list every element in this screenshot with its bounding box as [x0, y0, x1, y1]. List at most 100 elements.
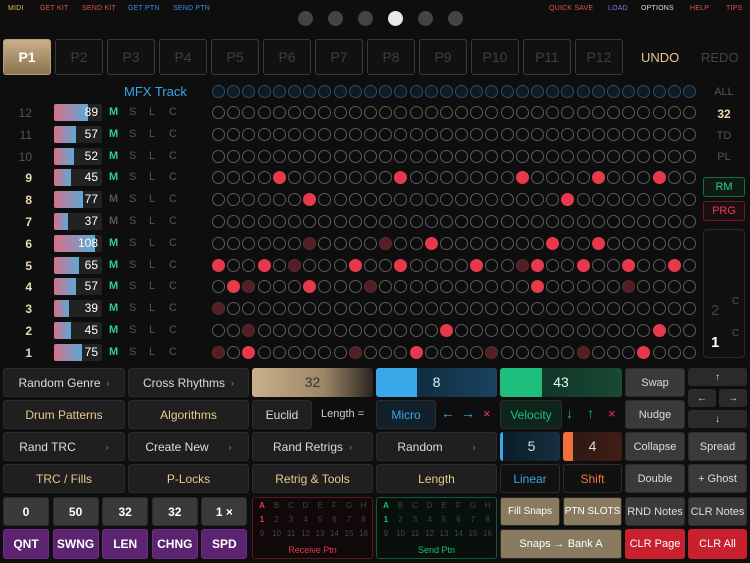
- mfx-step[interactable]: [591, 85, 605, 98]
- step-button[interactable]: [424, 236, 438, 250]
- velocity-clear-icon[interactable]: ×: [608, 406, 616, 421]
- options-link[interactable]: OPTIONS: [641, 5, 674, 12]
- step-button[interactable]: [470, 258, 484, 272]
- bank-slot[interactable]: 6: [329, 515, 341, 524]
- step-button[interactable]: [333, 171, 347, 185]
- step-button[interactable]: [455, 280, 469, 294]
- bank-slot[interactable]: 16: [482, 529, 494, 538]
- step-button[interactable]: [531, 106, 545, 119]
- step-button[interactable]: [333, 280, 347, 294]
- step-button[interactable]: [546, 258, 560, 272]
- step-button[interactable]: [257, 193, 271, 207]
- step-button[interactable]: [683, 215, 696, 228]
- step-button[interactable]: [591, 345, 605, 359]
- step-button[interactable]: [546, 171, 560, 185]
- step-button[interactable]: [607, 127, 621, 141]
- step-button[interactable]: [561, 345, 575, 359]
- track-lock-toggle[interactable]: L: [149, 128, 155, 140]
- step-button[interactable]: [272, 302, 286, 316]
- step-button[interactable]: [561, 280, 575, 294]
- step-button[interactable]: [561, 127, 575, 141]
- step-button[interactable]: [455, 324, 469, 337]
- step-button[interactable]: [667, 127, 681, 141]
- step-button[interactable]: [242, 280, 256, 294]
- bank-letter[interactable]: F: [329, 501, 341, 510]
- track-lock-toggle[interactable]: L: [149, 215, 155, 227]
- step-button[interactable]: [424, 280, 438, 294]
- step-button[interactable]: [242, 345, 256, 359]
- step-button[interactable]: [683, 345, 696, 359]
- step-button[interactable]: [439, 171, 453, 185]
- step-button[interactable]: [515, 324, 529, 337]
- step-button[interactable]: [500, 236, 514, 250]
- pattern-tab-p12[interactable]: P12: [575, 39, 623, 75]
- step-button[interactable]: [287, 236, 301, 250]
- length-slider[interactable]: 32: [252, 368, 373, 397]
- step-button[interactable]: [515, 127, 529, 141]
- bank-slot[interactable]: 15: [343, 529, 355, 538]
- step-button[interactable]: [212, 324, 225, 337]
- step-button[interactable]: [667, 345, 681, 359]
- linear-slider[interactable]: 5: [500, 432, 560, 461]
- page-dot[interactable]: [448, 11, 463, 26]
- velocity-up-arrow[interactable]: ↑: [587, 405, 594, 421]
- page-dot[interactable]: [298, 11, 313, 26]
- redo-button[interactable]: REDO: [701, 50, 739, 65]
- step-button[interactable]: [455, 127, 469, 141]
- step-button[interactable]: [455, 193, 469, 207]
- spd-button[interactable]: SPD: [201, 529, 248, 559]
- mfx-step[interactable]: [470, 85, 484, 98]
- step-button[interactable]: [500, 193, 514, 207]
- step-button[interactable]: [591, 302, 605, 316]
- step-button[interactable]: [637, 149, 651, 163]
- step-button[interactable]: [287, 127, 301, 141]
- step-button[interactable]: [379, 106, 393, 119]
- step-button[interactable]: [607, 236, 621, 250]
- bank-slot[interactable]: 16: [358, 529, 370, 538]
- step-button[interactable]: [576, 149, 590, 163]
- step-button[interactable]: [546, 302, 560, 316]
- micro-slider[interactable]: 8: [376, 368, 497, 397]
- track-volume-bar[interactable]: 65: [54, 256, 102, 274]
- quick-save-link[interactable]: QUICK SAVE: [549, 5, 593, 12]
- step-button[interactable]: [576, 345, 590, 359]
- bank-slot[interactable]: 13: [438, 529, 450, 538]
- bottom-value-len[interactable]: 32: [102, 497, 149, 526]
- step-button[interactable]: [683, 149, 696, 163]
- step-button[interactable]: [470, 236, 484, 250]
- track-mute-toggle[interactable]: M: [109, 128, 118, 140]
- micro-right-arrow[interactable]: →: [461, 405, 475, 421]
- track-copy-toggle[interactable]: C: [169, 215, 177, 227]
- step-button[interactable]: [424, 171, 438, 185]
- step-button[interactable]: [470, 324, 484, 337]
- step-button[interactable]: [379, 215, 393, 228]
- step-button[interactable]: [227, 215, 241, 228]
- step-button[interactable]: [303, 149, 317, 163]
- double-button[interactable]: Double: [625, 464, 685, 493]
- step-button[interactable]: [394, 280, 408, 294]
- track-lock-toggle[interactable]: L: [149, 324, 155, 336]
- step-button[interactable]: [303, 215, 317, 228]
- step-button[interactable]: [591, 258, 605, 272]
- track-mute-toggle[interactable]: M: [109, 106, 118, 118]
- step-button[interactable]: [485, 345, 499, 359]
- step-button[interactable]: [667, 149, 681, 163]
- step-button[interactable]: [227, 171, 241, 185]
- step-button[interactable]: [531, 236, 545, 250]
- step-button[interactable]: [591, 127, 605, 141]
- step-button[interactable]: [591, 324, 605, 337]
- track-volume-bar[interactable]: 75: [54, 343, 102, 361]
- swap-button[interactable]: Swap: [625, 368, 685, 397]
- step-button[interactable]: [424, 302, 438, 316]
- step-button[interactable]: [652, 302, 666, 316]
- step-button[interactable]: [667, 106, 681, 119]
- track-volume-bar[interactable]: 57: [54, 278, 102, 296]
- step-button[interactable]: [318, 302, 332, 316]
- step-button[interactable]: [242, 149, 256, 163]
- step-button[interactable]: [348, 280, 362, 294]
- ghost-button[interactable]: + Ghost: [688, 464, 747, 493]
- track-mute-toggle[interactable]: M: [109, 324, 118, 336]
- pattern-tab-p2[interactable]: P2: [55, 39, 103, 75]
- step-button[interactable]: [683, 258, 696, 272]
- mfx-step[interactable]: [318, 85, 332, 98]
